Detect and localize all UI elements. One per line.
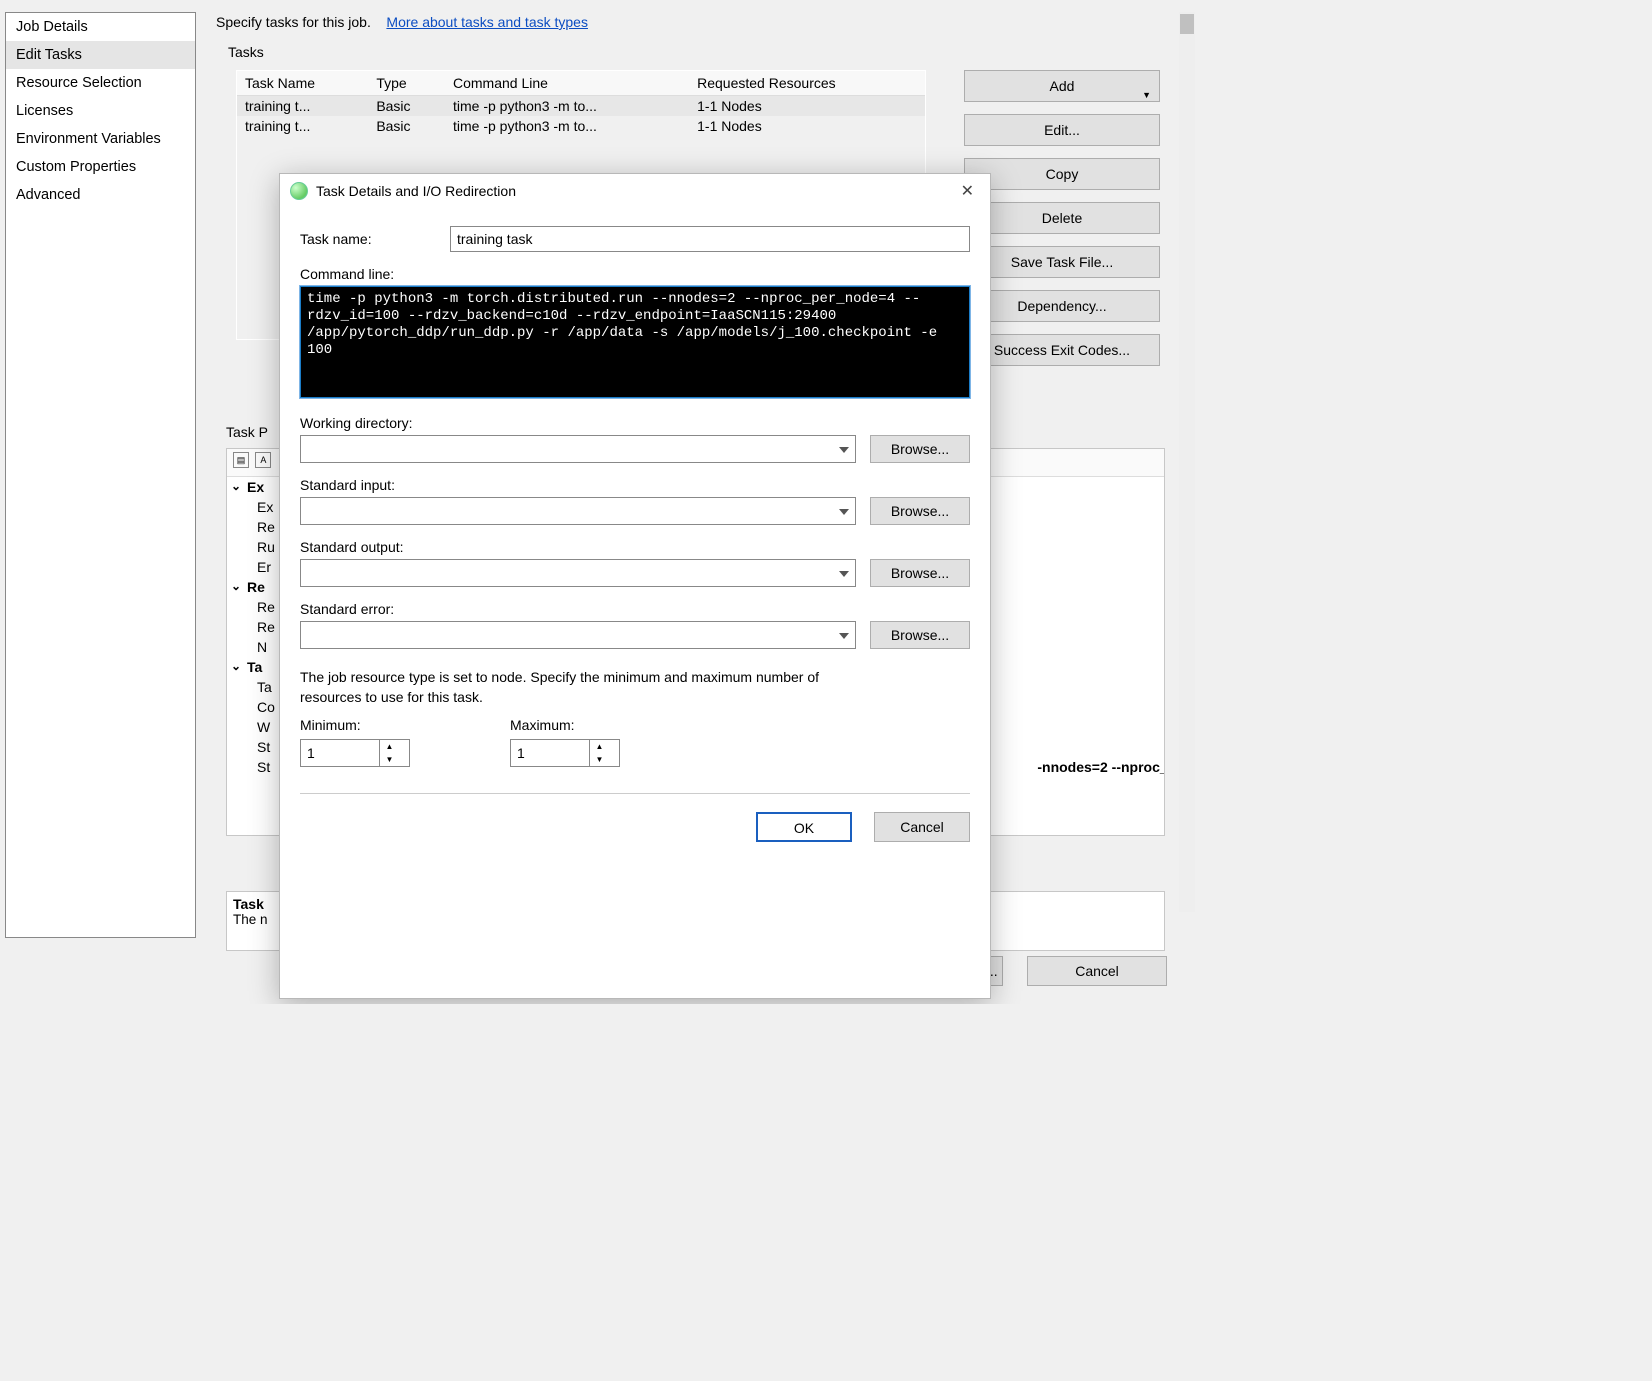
- cell-cmd: time -p python3 -m to...: [445, 96, 689, 117]
- dialog-title-text: Task Details and I/O Redirection: [316, 183, 516, 199]
- nav-item-custom-props[interactable]: Custom Properties: [6, 153, 195, 181]
- col-res[interactable]: Requested Resources: [689, 71, 925, 96]
- app-root: Job Details Edit Tasks Resource Selectio…: [0, 0, 1200, 1004]
- stdout-browse-button[interactable]: Browse...: [870, 559, 970, 587]
- task-name-label: Task name:: [300, 231, 450, 247]
- dependency-button[interactable]: Dependency...: [964, 290, 1160, 322]
- command-line-peek: -nnodes=2 --nproc_pe: [1037, 759, 1164, 775]
- stdin-browse-button[interactable]: Browse...: [870, 497, 970, 525]
- chevron-down-icon[interactable]: ▼: [380, 753, 399, 766]
- page-hint: Specify tasks for this job. More about t…: [216, 14, 1195, 30]
- nav-item-edit-tasks[interactable]: Edit Tasks: [6, 41, 195, 69]
- stdout-label: Standard output:: [300, 539, 970, 555]
- help-link[interactable]: More about tasks and task types: [386, 14, 588, 30]
- nav-item-job-details[interactable]: Job Details: [6, 13, 195, 41]
- delete-button[interactable]: Delete: [964, 202, 1160, 234]
- command-line-textarea[interactable]: [300, 286, 970, 398]
- task-details-dialog: Task Details and I/O Redirection ✕ Task …: [279, 173, 991, 999]
- maximum-input[interactable]: [511, 744, 589, 762]
- stdin-input[interactable]: [300, 497, 856, 525]
- task-name-input[interactable]: [450, 226, 970, 252]
- cell-cmd: time -p python3 -m to...: [445, 116, 689, 136]
- cell-name: training t...: [237, 96, 368, 117]
- working-dir-input[interactable]: [300, 435, 856, 463]
- minimum-stepper[interactable]: ▲▼: [300, 739, 410, 767]
- minimum-input[interactable]: [301, 744, 379, 762]
- exit-codes-button[interactable]: Success Exit Codes...: [964, 334, 1160, 366]
- edit-button[interactable]: Edit...: [964, 114, 1160, 146]
- main-vertical-scrollbar[interactable]: [1179, 12, 1195, 912]
- stderr-browse-button[interactable]: Browse...: [870, 621, 970, 649]
- dialog-body: Task name: Command line: Working directo…: [280, 208, 990, 794]
- minmax-row: Minimum: ▲▼ Maximum: ▲▼: [300, 717, 970, 767]
- stdin-label: Standard input:: [300, 477, 970, 493]
- stdout-input[interactable]: [300, 559, 856, 587]
- stderr-input[interactable]: [300, 621, 856, 649]
- chevron-up-icon[interactable]: ▲: [380, 740, 399, 753]
- tasks-group-label: Tasks: [228, 44, 264, 60]
- left-nav: Job Details Edit Tasks Resource Selectio…: [5, 12, 196, 938]
- nav-item-resource-selection[interactable]: Resource Selection: [6, 69, 195, 97]
- working-dir-browse-button[interactable]: Browse...: [870, 435, 970, 463]
- add-button[interactable]: Add: [964, 70, 1160, 102]
- col-cmd[interactable]: Command Line: [445, 71, 689, 96]
- task-properties-label: Task P: [226, 424, 268, 440]
- task-buttons: Add Edit... Copy Delete Save Task File..…: [964, 70, 1160, 378]
- nav-item-env-vars[interactable]: Environment Variables: [6, 125, 195, 153]
- nav-item-licenses[interactable]: Licenses: [6, 97, 195, 125]
- stderr-label: Standard error:: [300, 601, 970, 617]
- minimum-label: Minimum:: [300, 717, 410, 733]
- maximum-label: Maximum:: [510, 717, 620, 733]
- propgrid-az-icon[interactable]: A: [255, 452, 271, 468]
- table-row[interactable]: training t... Basic time -p python3 -m t…: [237, 96, 925, 117]
- cell-type: Basic: [368, 96, 445, 117]
- tasks-table[interactable]: Task Name Type Command Line Requested Re…: [237, 71, 925, 136]
- close-icon[interactable]: ✕: [955, 181, 980, 201]
- chevron-down-icon[interactable]: ▼: [590, 753, 609, 766]
- cell-res: 1-1 Nodes: [689, 96, 925, 117]
- col-type[interactable]: Type: [368, 71, 445, 96]
- spinner-arrows[interactable]: ▲▼: [379, 740, 399, 766]
- save-task-file-button[interactable]: Save Task File...: [964, 246, 1160, 278]
- dialog-cancel-button[interactable]: Cancel: [874, 812, 970, 842]
- cell-name: training t...: [237, 116, 368, 136]
- cancel-button[interactable]: Cancel: [1027, 956, 1167, 986]
- cell-type: Basic: [368, 116, 445, 136]
- dialog-footer: OK Cancel: [280, 794, 990, 842]
- table-row[interactable]: training t... Basic time -p python3 -m t…: [237, 116, 925, 136]
- working-dir-label: Working directory:: [300, 415, 970, 431]
- col-task-name[interactable]: Task Name: [237, 71, 368, 96]
- propgrid-categorized-icon[interactable]: ▤: [233, 452, 249, 468]
- dialog-titlebar: Task Details and I/O Redirection ✕: [280, 174, 990, 208]
- scrollbar-thumb[interactable]: [1180, 14, 1194, 34]
- command-line-label: Command line:: [300, 266, 970, 282]
- maximum-stepper[interactable]: ▲▼: [510, 739, 620, 767]
- nav-item-advanced[interactable]: Advanced: [6, 181, 195, 209]
- ok-button[interactable]: OK: [756, 812, 852, 842]
- spinner-arrows[interactable]: ▲▼: [589, 740, 609, 766]
- resource-note: The job resource type is set to node. Sp…: [300, 667, 860, 707]
- task-icon: [290, 182, 308, 200]
- cell-res: 1-1 Nodes: [689, 116, 925, 136]
- chevron-up-icon[interactable]: ▲: [590, 740, 609, 753]
- page-hint-text: Specify tasks for this job.: [216, 14, 371, 30]
- copy-button[interactable]: Copy: [964, 158, 1160, 190]
